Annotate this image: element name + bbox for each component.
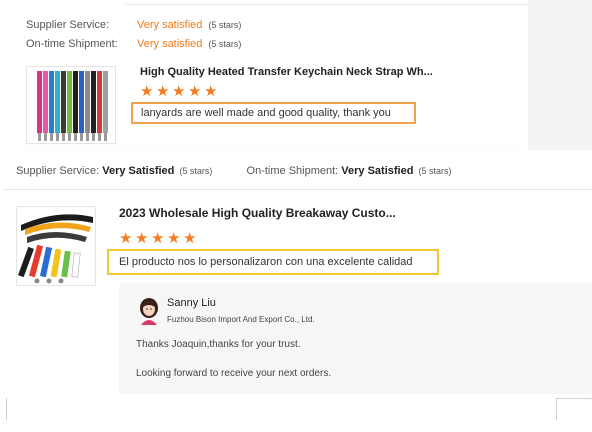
supplier-service-value: Very Satisfied	[102, 165, 175, 177]
review-2-ratings: Supplier Service: Very Satisfied (5 stars…	[16, 165, 451, 177]
supplier-service-label: Supplier Service:	[16, 165, 100, 177]
star-icon: ★	[204, 83, 218, 100]
star-icon: ★	[135, 230, 149, 247]
lanyards-image	[27, 67, 115, 143]
supplier-service-rating: Supplier Service: Very satisfied (5 stars)	[26, 19, 241, 31]
star-icon: ★	[188, 83, 202, 100]
supplier-service-stars: (5 stars)	[208, 20, 242, 30]
ontime-shipment-stars: (5 stars)	[208, 39, 242, 49]
supplier-service-label: Supplier Service:	[26, 19, 110, 31]
supplier-reply: Sanny Liu Fuzhou Bison Import And Export…	[119, 283, 592, 394]
frame-corner	[556, 398, 592, 399]
star-icon: ★	[119, 230, 133, 247]
product-title-link[interactable]: High Quality Heated Transfer Keychain Ne…	[140, 66, 433, 78]
reply-author-name: Sanny Liu	[167, 297, 216, 309]
supplier-service-stars: (5 stars)	[179, 166, 213, 176]
star-icon: ★	[156, 83, 170, 100]
star-icon: ★	[167, 230, 181, 247]
avatar-icon	[138, 297, 160, 325]
ontime-shipment-label: On-time Shipment:	[26, 38, 118, 50]
product-thumbnail[interactable]	[26, 66, 116, 144]
reply-text-line: Looking forward to receive your next ord…	[136, 368, 332, 379]
star-icon: ★	[172, 83, 186, 100]
product-title-link[interactable]: 2023 Wholesale High Quality Breakaway Cu…	[119, 206, 396, 220]
star-icon: ★	[140, 83, 154, 100]
reviews-page: Supplier Service: Very satisfied (5 stars)…	[0, 0, 592, 432]
supplier-service-value: Very satisfied	[137, 19, 203, 31]
ontime-shipment-label: On-time Shipment:	[246, 165, 339, 177]
star-icon: ★	[183, 230, 197, 247]
review-card-1: Supplier Service: Very satisfied (5 stars)…	[0, 0, 545, 150]
ontime-shipment-rating: On-time Shipment: Very satisfied (5 stars)	[26, 38, 241, 50]
divider	[4, 189, 592, 190]
star-icon: ★	[151, 230, 165, 247]
star-rating: ★ ★ ★ ★ ★	[140, 83, 220, 101]
review-comment: El producto nos lo personalizaron con un…	[107, 249, 439, 275]
ontime-shipment-stars: (5 stars)	[418, 166, 452, 176]
breakaway-lanyards-image	[17, 207, 95, 285]
reply-company-name: Fuzhou Bison Import And Export Co., Ltd.	[167, 315, 315, 324]
divider	[125, 4, 545, 5]
ontime-shipment-value: Very Satisfied	[341, 165, 414, 177]
frame-corner	[556, 398, 557, 420]
ontime-shipment-value: Very satisfied	[137, 38, 203, 50]
side-panel	[528, 0, 592, 150]
review-comment: lanyards are well made and good quality,…	[131, 102, 416, 124]
frame-corner	[6, 398, 7, 420]
reply-text-line: Thanks Joaquin,thanks for your trust.	[136, 339, 301, 350]
star-rating: ★ ★ ★ ★ ★	[119, 230, 199, 248]
product-thumbnail[interactable]	[16, 206, 96, 286]
